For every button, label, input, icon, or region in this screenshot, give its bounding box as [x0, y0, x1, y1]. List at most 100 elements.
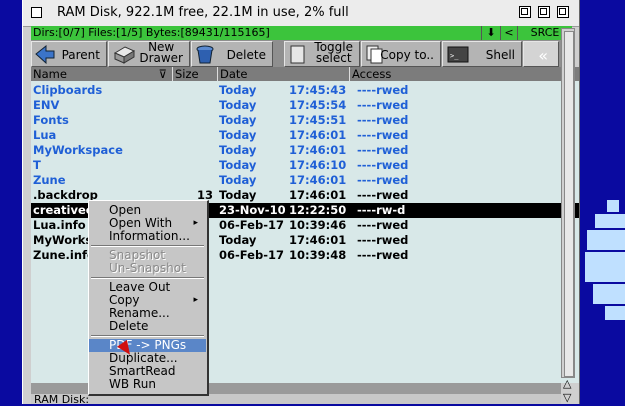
file-name: ENV: [33, 98, 60, 112]
file-protection: ----rwed: [357, 83, 409, 97]
new-drawer-label-line2: Drawer: [139, 51, 183, 65]
submenu-arrow-icon: ▸: [193, 218, 198, 228]
file-name: Zune.info: [33, 248, 95, 262]
title-bar[interactable]: RAM Disk, 922.1M free, 22.1M in use, 2% …: [23, 0, 579, 27]
status-info: Dirs:[0/7] Files:[1/5] Bytes:[89431/1151…: [33, 26, 270, 39]
down-arrow-icon[interactable]: ⬇: [481, 26, 500, 40]
iconify-gadget-icon[interactable]: [519, 6, 531, 18]
sort-icon[interactable]: ⊽: [159, 67, 167, 81]
file-protection: ----rwed: [357, 173, 409, 187]
file-protection: ----rwed: [357, 248, 409, 262]
page-icon: [290, 45, 305, 64]
file-name: Clipboards: [33, 83, 103, 97]
svg-text:>_: >_: [450, 52, 459, 60]
depth-gadget-icon[interactable]: [557, 6, 569, 18]
file-time: 17:46:01: [289, 143, 347, 157]
file-name: Fonts: [33, 113, 69, 127]
file-time: 17:45:54: [289, 98, 347, 112]
file-name: creativec: [33, 203, 93, 217]
file-date: Today: [219, 158, 257, 172]
file-row[interactable]: Fonts Today 17:45:51 ----rwed: [31, 113, 579, 128]
file-time: 17:46:01: [289, 173, 347, 187]
menu-item-wb-run[interactable]: WB Run: [89, 378, 206, 391]
toggle-label-line2: select: [315, 51, 352, 65]
context-menu: Open Open With ▸ Information... Snapshot…: [88, 200, 209, 396]
copy-label: Copy: [109, 293, 140, 307]
back-button[interactable]: <: [500, 26, 517, 40]
file-date: Today: [219, 173, 257, 187]
file-row[interactable]: Clipboards Today 17:45:43 ----rwed: [31, 83, 579, 98]
file-time: 10:39:46: [289, 218, 347, 232]
file-row[interactable]: T Today 17:46:10 ----rwed: [31, 158, 579, 173]
toggle-select-button[interactable]: Toggle select: [284, 41, 360, 67]
window-title: RAM Disk, 922.1M free, 22.1M in use, 2% …: [57, 5, 349, 20]
menu-item-unsnapshot[interactable]: Un-Snapshot: [89, 262, 206, 275]
column-date[interactable]: Date: [217, 67, 348, 81]
column-size[interactable]: Size: [172, 67, 216, 81]
desktop-decoration: [585, 200, 625, 330]
menu-separator: [91, 277, 204, 279]
file-row[interactable]: Zune Today 17:46:01 ----rwed: [31, 173, 579, 188]
file-protection: ----rwed: [357, 188, 409, 202]
file-time: 17:45:51: [289, 113, 347, 127]
file-protection: ----rw-d: [357, 203, 406, 217]
file-row[interactable]: MyWorkspace Today 17:46:01 ----rwed: [31, 143, 579, 158]
scroll-down-arrow-icon[interactable]: ▽: [563, 391, 571, 404]
file-date: Today: [219, 113, 257, 127]
status-bar: Dirs:[0/7] Files:[1/5] Bytes:[89431/1151…: [31, 26, 572, 40]
more-buttons-button[interactable]: «: [523, 41, 559, 67]
file-time: 10:39:48: [289, 248, 347, 262]
file-date: Today: [219, 188, 257, 202]
file-name: Lua: [33, 128, 57, 142]
file-protection: ----rwed: [357, 158, 409, 172]
file-name: Lua.info: [33, 218, 86, 232]
file-name: MyWorks: [33, 233, 93, 247]
menu-item-delete[interactable]: Delete: [89, 320, 206, 333]
parent-label: Parent: [61, 47, 100, 62]
file-time: 17:45:43: [289, 83, 347, 97]
column-name-label: Name: [33, 67, 67, 81]
file-date: Today: [219, 83, 257, 97]
file-date: 06-Feb-17: [219, 218, 284, 232]
parent-button[interactable]: Parent: [31, 41, 107, 67]
shell-label: Shell: [485, 47, 515, 62]
menu-item-information[interactable]: Information...: [89, 230, 206, 243]
scroll-up-arrow-icon[interactable]: △: [563, 377, 571, 390]
column-name[interactable]: Name ⊽: [31, 67, 171, 81]
left-arrow-icon: [35, 45, 55, 64]
close-gadget-icon[interactable]: [31, 7, 42, 18]
vertical-scrollbar[interactable]: [561, 28, 575, 378]
new-drawer-button[interactable]: New Drawer: [108, 41, 190, 67]
file-time: 17:46:10: [289, 158, 347, 172]
file-row[interactable]: ENV Today 17:45:54 ----rwed: [31, 98, 579, 113]
file-row[interactable]: Lua Today 17:46:01 ----rwed: [31, 128, 579, 143]
file-date: 06-Feb-17: [219, 248, 284, 262]
menu-separator: [91, 335, 204, 337]
file-protection: ----rwed: [357, 113, 409, 127]
file-time: 12:22:50: [289, 203, 347, 217]
file-name: MyWorkspace: [33, 143, 123, 157]
column-access[interactable]: Access: [349, 67, 539, 81]
file-protection: ----rwed: [357, 143, 409, 157]
file-protection: ----rwed: [357, 233, 409, 247]
file-date: Today: [219, 98, 257, 112]
scrollbar-knob[interactable]: [564, 31, 574, 377]
file-name: Zune: [33, 173, 66, 187]
file-date: Today: [219, 128, 257, 142]
file-date: Today: [219, 233, 257, 247]
file-name: T: [33, 158, 41, 172]
copy-to-button[interactable]: Copy to..: [361, 41, 441, 67]
shell-button[interactable]: >_ Shell: [442, 41, 522, 67]
file-protection: ----rwed: [357, 128, 409, 142]
file-time: 17:46:01: [289, 233, 347, 247]
file-time: 17:46:01: [289, 128, 347, 142]
menu-item-leave-out[interactable]: Leave Out: [89, 281, 206, 294]
delete-button[interactable]: Delete: [191, 41, 273, 67]
file-date: Today: [219, 143, 257, 157]
file-date: 23-Nov-10: [219, 203, 286, 217]
toolbar: Parent New Drawer Delete Toggle select C…: [31, 40, 571, 68]
submenu-arrow-icon: ▸: [193, 295, 198, 305]
open-with-label: Open With: [109, 216, 173, 230]
zoom-gadget-icon[interactable]: [538, 6, 550, 18]
file-time: 17:46:01: [289, 188, 347, 202]
